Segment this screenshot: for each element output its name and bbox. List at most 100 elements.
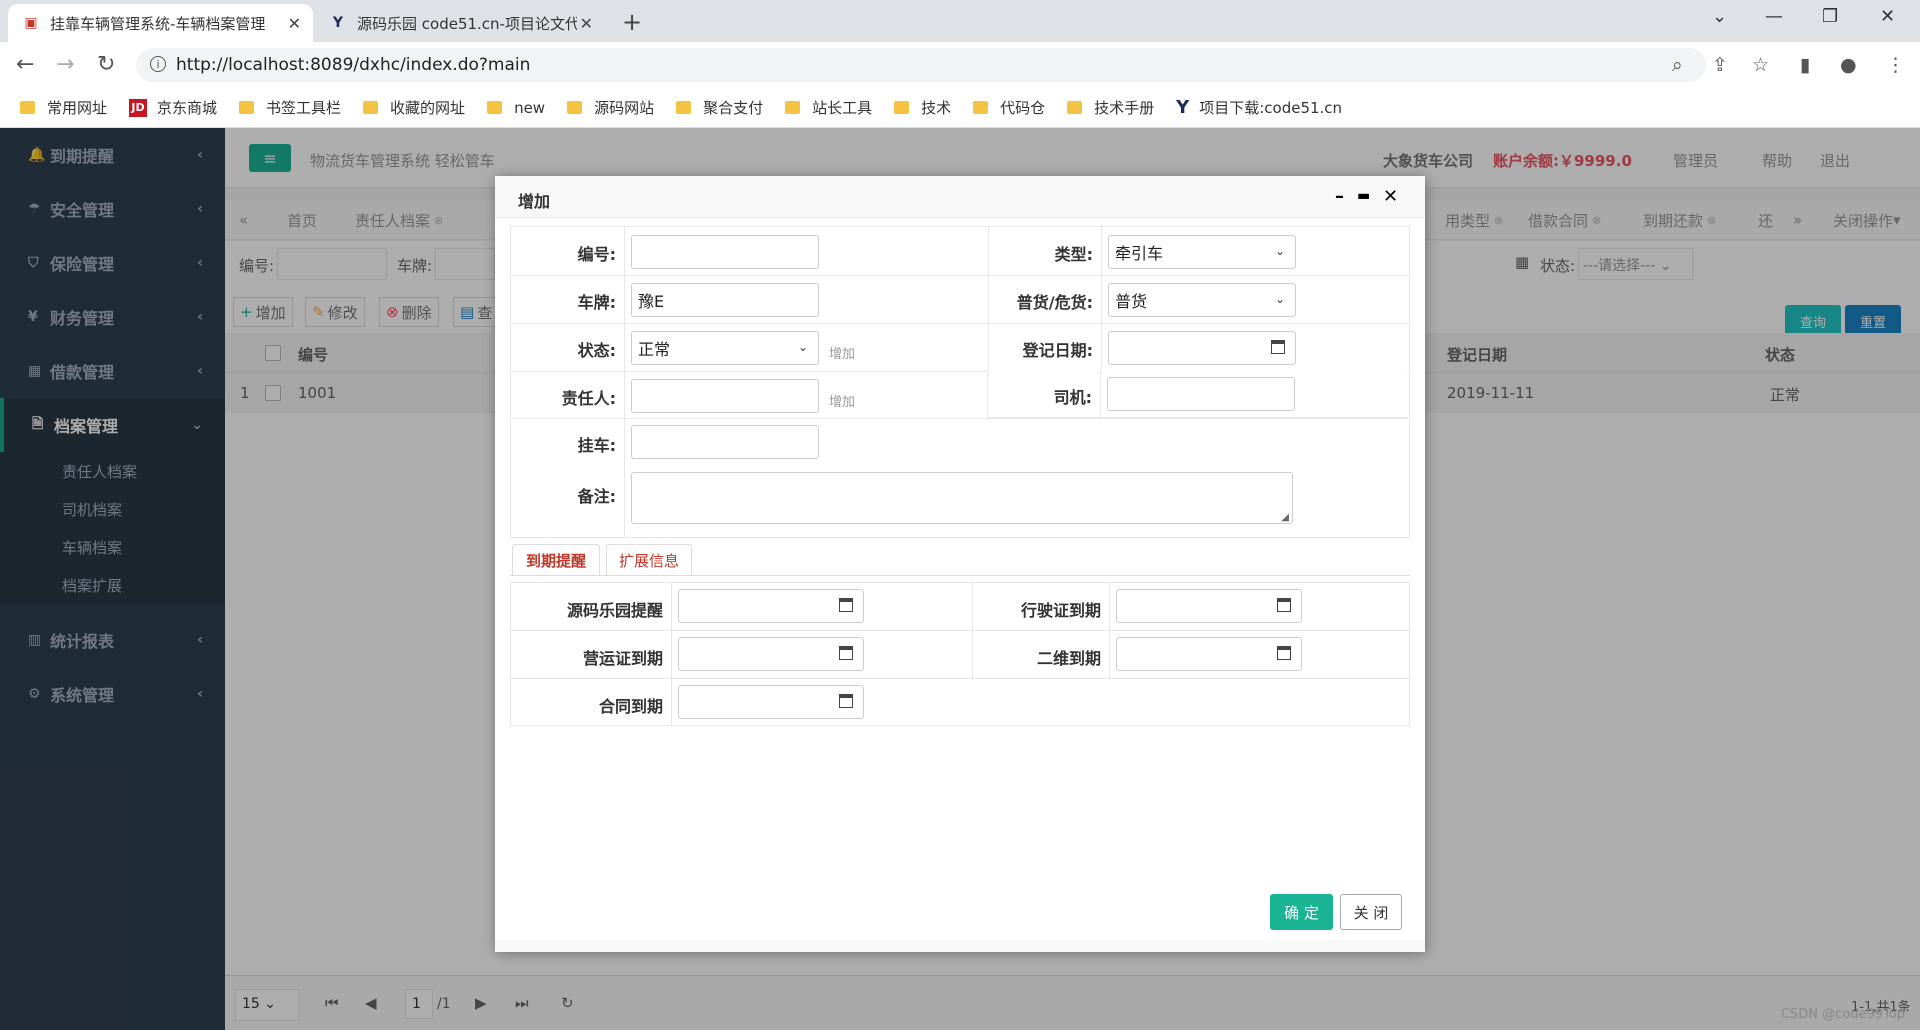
confirm-button[interactable]: 确 定 bbox=[1270, 894, 1333, 930]
bookmark-item[interactable]: 书签工具栏 bbox=[239, 97, 341, 118]
trailer-label: 挂车: bbox=[577, 436, 616, 455]
owner-input[interactable] bbox=[631, 379, 819, 413]
chevron-down-icon: ⌄ bbox=[797, 340, 808, 354]
expiry-grid: 源码乐园提醒 行驶证到期 营运证到期 二维到期 合同到期 bbox=[510, 582, 1410, 726]
dialog-title: 增加 bbox=[518, 192, 551, 211]
close-icon[interactable]: ✕ bbox=[288, 14, 301, 33]
zoom-icon[interactable]: ⌕ bbox=[1672, 54, 1683, 76]
app-favicon-icon: ▣ bbox=[24, 15, 38, 31]
row-divider bbox=[511, 275, 1409, 276]
folder-icon bbox=[363, 101, 379, 114]
reminder-label: 源码乐园提醒 bbox=[566, 601, 663, 620]
no-input[interactable] bbox=[631, 235, 819, 269]
trailer-input[interactable] bbox=[631, 425, 819, 459]
address-bar: ← → ↻ http://localhost:8089/dxhc/index.d… bbox=[0, 42, 1920, 88]
calendar-icon[interactable] bbox=[839, 598, 853, 612]
maintenance-expiry-label: 二维到期 bbox=[1036, 649, 1101, 668]
folder-icon bbox=[973, 101, 989, 114]
close-icon[interactable]: ✕ bbox=[1383, 186, 1398, 207]
folder-icon bbox=[676, 101, 692, 114]
folder-icon bbox=[894, 101, 910, 114]
reg-date-input[interactable] bbox=[1108, 331, 1296, 365]
maintenance-expiry-input[interactable] bbox=[1116, 637, 1302, 671]
folder-icon bbox=[1067, 101, 1083, 114]
tab-search-icon[interactable]: ⌄ bbox=[1712, 6, 1727, 27]
close-button[interactable]: 关 闭 bbox=[1340, 894, 1402, 930]
col-divider bbox=[1109, 583, 1110, 678]
cargo-label: 普货/危货: bbox=[1016, 293, 1093, 312]
jd-logo-icon: JD bbox=[129, 98, 148, 117]
chevron-down-icon: ⌄ bbox=[1274, 244, 1285, 258]
bookmark-item[interactable]: 技术手册 bbox=[1067, 97, 1154, 118]
tab-expiry[interactable]: 到期提醒 bbox=[512, 544, 600, 576]
bookmark-item[interactable]: 常用网址 bbox=[20, 97, 107, 118]
no-label: 编号: bbox=[577, 245, 616, 264]
bookmark-item[interactable]: new bbox=[487, 99, 545, 117]
profile-icon[interactable]: ● bbox=[1840, 54, 1857, 76]
add-dialog: 增加 – ▬ ✕ 编号: 类型: 牵引车 ⌄ 车牌: 豫E 普货/危货: 普货 ⌄ … bbox=[495, 176, 1425, 952]
license-expiry-label: 行驶证到期 bbox=[1020, 601, 1101, 620]
plate-label: 车牌: bbox=[577, 293, 616, 312]
calendar-icon[interactable] bbox=[1277, 598, 1291, 612]
calendar-icon[interactable] bbox=[839, 646, 853, 660]
contract-expiry-input[interactable] bbox=[678, 685, 864, 719]
owner-add-link[interactable]: 增加 bbox=[829, 391, 855, 410]
operation-expiry-input[interactable] bbox=[678, 637, 864, 671]
restore-icon[interactable]: ❐ bbox=[1822, 6, 1838, 27]
tab-extended[interactable]: 扩展信息 bbox=[606, 544, 692, 576]
status-add-link[interactable]: 增加 bbox=[829, 343, 855, 362]
bookmark-star-icon[interactable]: ☆ bbox=[1752, 54, 1769, 76]
reminder-date-input[interactable] bbox=[678, 589, 864, 623]
calendar-icon[interactable] bbox=[1271, 340, 1285, 354]
bookmark-item[interactable]: JD 京东商城 bbox=[129, 97, 217, 118]
reg-date-label: 登记日期: bbox=[1022, 341, 1093, 360]
new-tab-icon[interactable]: + bbox=[622, 8, 642, 36]
cargo-select[interactable]: 普货 ⌄ bbox=[1108, 283, 1296, 317]
plate-input[interactable]: 豫E bbox=[631, 283, 819, 317]
share-icon[interactable]: ⇪ bbox=[1712, 54, 1728, 76]
window-close-icon[interactable]: ✕ bbox=[1880, 6, 1895, 27]
resize-handle-icon[interactable]: ◢ bbox=[1281, 512, 1289, 523]
bookmark-item[interactable]: 代码仓 bbox=[973, 97, 1045, 118]
minimize-icon[interactable]: – bbox=[1335, 186, 1344, 207]
bookmark-item[interactable]: 技术 bbox=[894, 97, 951, 118]
reload-icon[interactable]: ↻ bbox=[97, 52, 115, 77]
bookmark-item[interactable]: Y 项目下载:code51.cn bbox=[1176, 97, 1342, 118]
forward-icon[interactable]: → bbox=[56, 52, 74, 77]
folder-icon bbox=[20, 101, 35, 114]
browser-tab-title: 挂靠车辆管理系统-车辆档案管理 bbox=[49, 14, 266, 33]
bookmark-item[interactable]: 收藏的网址 bbox=[363, 97, 465, 118]
calendar-icon[interactable] bbox=[1277, 646, 1291, 660]
status-select[interactable]: 正常 ⌄ bbox=[631, 331, 819, 365]
type-select[interactable]: 牵引车 ⌄ bbox=[1108, 235, 1296, 269]
url-field[interactable]: http://localhost:8089/dxhc/index.do?main bbox=[136, 48, 1706, 82]
col-divider bbox=[624, 227, 625, 537]
row-divider bbox=[511, 678, 1409, 679]
site-info-icon[interactable]: i bbox=[150, 56, 166, 72]
col-divider bbox=[1100, 370, 1101, 418]
bookmark-item[interactable]: 聚合支付 bbox=[676, 97, 763, 118]
minimize-icon[interactable]: — bbox=[1765, 6, 1783, 27]
back-icon[interactable]: ← bbox=[16, 52, 34, 77]
license-expiry-input[interactable] bbox=[1116, 589, 1302, 623]
remark-textarea[interactable]: ◢ bbox=[631, 472, 1293, 524]
maximize-icon[interactable]: ▬ bbox=[1357, 188, 1370, 204]
side-panel-icon[interactable]: ▮ bbox=[1800, 54, 1810, 76]
folder-icon bbox=[567, 101, 583, 114]
browser-tab-title: 源码乐园 code51.cn-项目论文代 bbox=[357, 14, 577, 33]
col-divider bbox=[671, 583, 672, 725]
dialog-header: 增加 – ▬ ✕ bbox=[495, 176, 1425, 218]
bookmark-item[interactable]: 站长工具 bbox=[785, 97, 872, 118]
tab-underline bbox=[510, 575, 1410, 576]
close-icon[interactable]: ✕ bbox=[580, 14, 593, 33]
driver-input[interactable] bbox=[1107, 377, 1295, 411]
browser-tab-bar: ▣ 挂靠车辆管理系统-车辆档案管理 ✕ Y 源码乐园 code51.cn-项目论… bbox=[0, 0, 1920, 42]
bookmark-item[interactable]: 源码网站 bbox=[567, 97, 654, 118]
code51-logo-icon: Y bbox=[1176, 97, 1190, 118]
browser-tab-active[interactable]: ▣ 挂靠车辆管理系统-车辆档案管理 ✕ bbox=[8, 4, 313, 42]
browser-tab[interactable]: Y 源码乐园 code51.cn-项目论文代 ✕ bbox=[315, 4, 605, 42]
calendar-icon[interactable] bbox=[839, 694, 853, 708]
driver-cell: 司机: bbox=[987, 370, 1407, 418]
menu-dots-icon[interactable]: ⋮ bbox=[1886, 54, 1905, 76]
code51-favicon-icon: Y bbox=[332, 15, 344, 31]
